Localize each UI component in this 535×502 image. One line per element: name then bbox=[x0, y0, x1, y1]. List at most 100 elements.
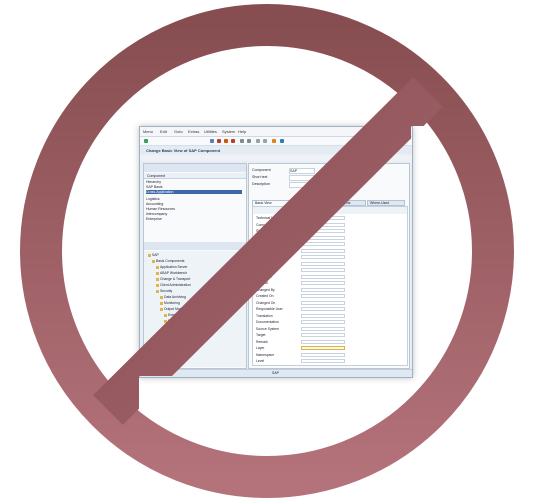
field-value[interactable] bbox=[289, 175, 351, 181]
property-label: Release bbox=[256, 235, 269, 240]
tree-node[interactable]: Monitoring bbox=[160, 301, 180, 305]
property-label: Changed On bbox=[256, 300, 276, 305]
property-label: Created On bbox=[256, 294, 274, 298]
property-value-field[interactable] bbox=[301, 242, 345, 246]
tree-node[interactable]: Output Management bbox=[160, 307, 195, 311]
property-value-field[interactable] bbox=[301, 300, 345, 305]
property-value-field[interactable] bbox=[301, 359, 345, 363]
tree-node[interactable]: Change & Transport bbox=[156, 277, 190, 281]
tree-node[interactable]: SAP bbox=[148, 253, 159, 257]
property-value-field[interactable] bbox=[301, 307, 345, 311]
list-item-selected[interactable]: Cross-Application bbox=[146, 190, 242, 194]
property-label: Person bbox=[256, 242, 267, 246]
tree-node[interactable]: Process Control bbox=[168, 325, 196, 329]
image-stage: Menu Edit Goto Extras Utilities System H… bbox=[0, 0, 535, 502]
menu-item[interactable]: Menu bbox=[143, 129, 153, 134]
tree-node[interactable]: Enterprise Services bbox=[164, 313, 197, 317]
property-label: Level bbox=[256, 359, 265, 363]
property-value-field[interactable] bbox=[301, 294, 345, 298]
property-value-field[interactable] bbox=[301, 274, 345, 279]
property-value-field[interactable] bbox=[301, 229, 345, 233]
detail-pane: Component SAP Short text Description Bas… bbox=[248, 163, 410, 369]
menu-item[interactable]: Help bbox=[238, 129, 246, 134]
tree-node[interactable]: Interfaces bbox=[172, 343, 191, 347]
last-page-icon[interactable] bbox=[263, 139, 267, 143]
property-value-field[interactable] bbox=[301, 320, 345, 324]
confirm-icon[interactable] bbox=[144, 139, 148, 143]
first-page-icon[interactable] bbox=[256, 139, 260, 143]
tree-node[interactable]: Application Server bbox=[156, 265, 188, 269]
property-label: Component bbox=[256, 222, 274, 227]
property-label: Package bbox=[256, 261, 270, 266]
list-item[interactable]: SAP Basis bbox=[146, 185, 162, 189]
tree-node[interactable]: ABAP Workbench bbox=[156, 271, 187, 275]
save-icon[interactable] bbox=[210, 139, 214, 143]
properties-panel: Technical Name Component Short text Release… bbox=[252, 206, 408, 366]
menu-item[interactable]: Goto bbox=[174, 129, 183, 134]
menu-item[interactable]: Edit bbox=[160, 129, 167, 134]
property-value-field[interactable] bbox=[301, 346, 345, 350]
print-icon[interactable] bbox=[240, 139, 244, 143]
property-label: Status bbox=[256, 268, 266, 272]
list-item[interactable]: Intercompany bbox=[146, 212, 167, 216]
field-label: Component bbox=[252, 168, 271, 172]
back-icon[interactable] bbox=[217, 139, 221, 143]
properties-toolbar bbox=[253, 207, 407, 214]
field-label: Short text bbox=[252, 175, 268, 179]
cancel-icon[interactable] bbox=[231, 139, 235, 143]
menu-item[interactable]: Extras bbox=[188, 129, 199, 134]
field-label: Description bbox=[252, 182, 270, 186]
tree-node[interactable]: Security bbox=[156, 289, 172, 293]
property-label: Original bbox=[256, 281, 268, 285]
help-icon[interactable] bbox=[280, 139, 284, 143]
tree-node-selected[interactable]: Component Object bbox=[172, 331, 205, 335]
list-item[interactable]: Human Resources bbox=[146, 207, 175, 211]
application-toolbar bbox=[140, 155, 412, 161]
property-value-field[interactable] bbox=[301, 235, 345, 240]
property-value-field[interactable] bbox=[301, 255, 345, 259]
status-bar: SAP bbox=[140, 369, 412, 377]
property-label: Sort Order bbox=[256, 274, 272, 279]
field-value[interactable] bbox=[289, 182, 351, 188]
tree-toolbar bbox=[144, 242, 246, 250]
property-label: Short text bbox=[256, 229, 271, 233]
property-value-field[interactable] bbox=[301, 222, 345, 227]
menu-item[interactable]: System bbox=[222, 129, 235, 134]
list-item[interactable]: Hierarchy bbox=[146, 180, 161, 184]
property-value-field[interactable] bbox=[301, 268, 345, 272]
property-label: Changed By bbox=[256, 287, 275, 292]
field-value[interactable]: SAP bbox=[289, 168, 315, 174]
session-icon[interactable] bbox=[272, 139, 276, 143]
property-label: Application bbox=[256, 248, 273, 253]
tree-node[interactable]: Documentation bbox=[172, 337, 199, 341]
property-label: Target bbox=[256, 333, 266, 337]
property-value-field[interactable] bbox=[301, 313, 345, 318]
list-item[interactable]: Enterprise bbox=[146, 217, 162, 221]
property-value-field[interactable] bbox=[301, 287, 345, 292]
tree-node[interactable]: Basis Components bbox=[152, 259, 184, 263]
property-value-field[interactable] bbox=[301, 326, 345, 331]
list-item[interactable]: Logistics bbox=[146, 197, 160, 201]
property-value-field[interactable] bbox=[301, 339, 345, 344]
property-value-field[interactable] bbox=[301, 261, 345, 266]
property-value-field[interactable] bbox=[301, 333, 345, 337]
property-value-field[interactable] bbox=[301, 352, 345, 357]
property-value-field[interactable] bbox=[301, 248, 345, 253]
column-title: Component bbox=[147, 173, 166, 178]
embedded-application-screenshot: Menu Edit Goto Extras Utilities System H… bbox=[139, 126, 413, 378]
property-label: Layer bbox=[256, 346, 265, 350]
component-tree: SAP Basis Components Application Server … bbox=[144, 251, 246, 367]
property-value-field[interactable] bbox=[301, 281, 345, 285]
exit-icon[interactable] bbox=[224, 139, 228, 143]
menu-item[interactable]: Utilities bbox=[204, 129, 217, 134]
tree-node[interactable]: Data Archiving bbox=[160, 295, 186, 299]
tree-node[interactable]: Client Administration bbox=[156, 283, 191, 287]
find-icon[interactable] bbox=[247, 139, 251, 143]
title-bar: Change Basic View of SAP Component bbox=[140, 146, 412, 154]
tree-node[interactable]: Business Workflow bbox=[164, 319, 197, 323]
property-label: Technical Name bbox=[256, 216, 281, 220]
property-label: Remark bbox=[256, 339, 268, 344]
status-text: SAP bbox=[272, 371, 280, 375]
property-value-field[interactable] bbox=[301, 216, 345, 220]
list-item[interactable]: Accounting bbox=[146, 202, 163, 206]
